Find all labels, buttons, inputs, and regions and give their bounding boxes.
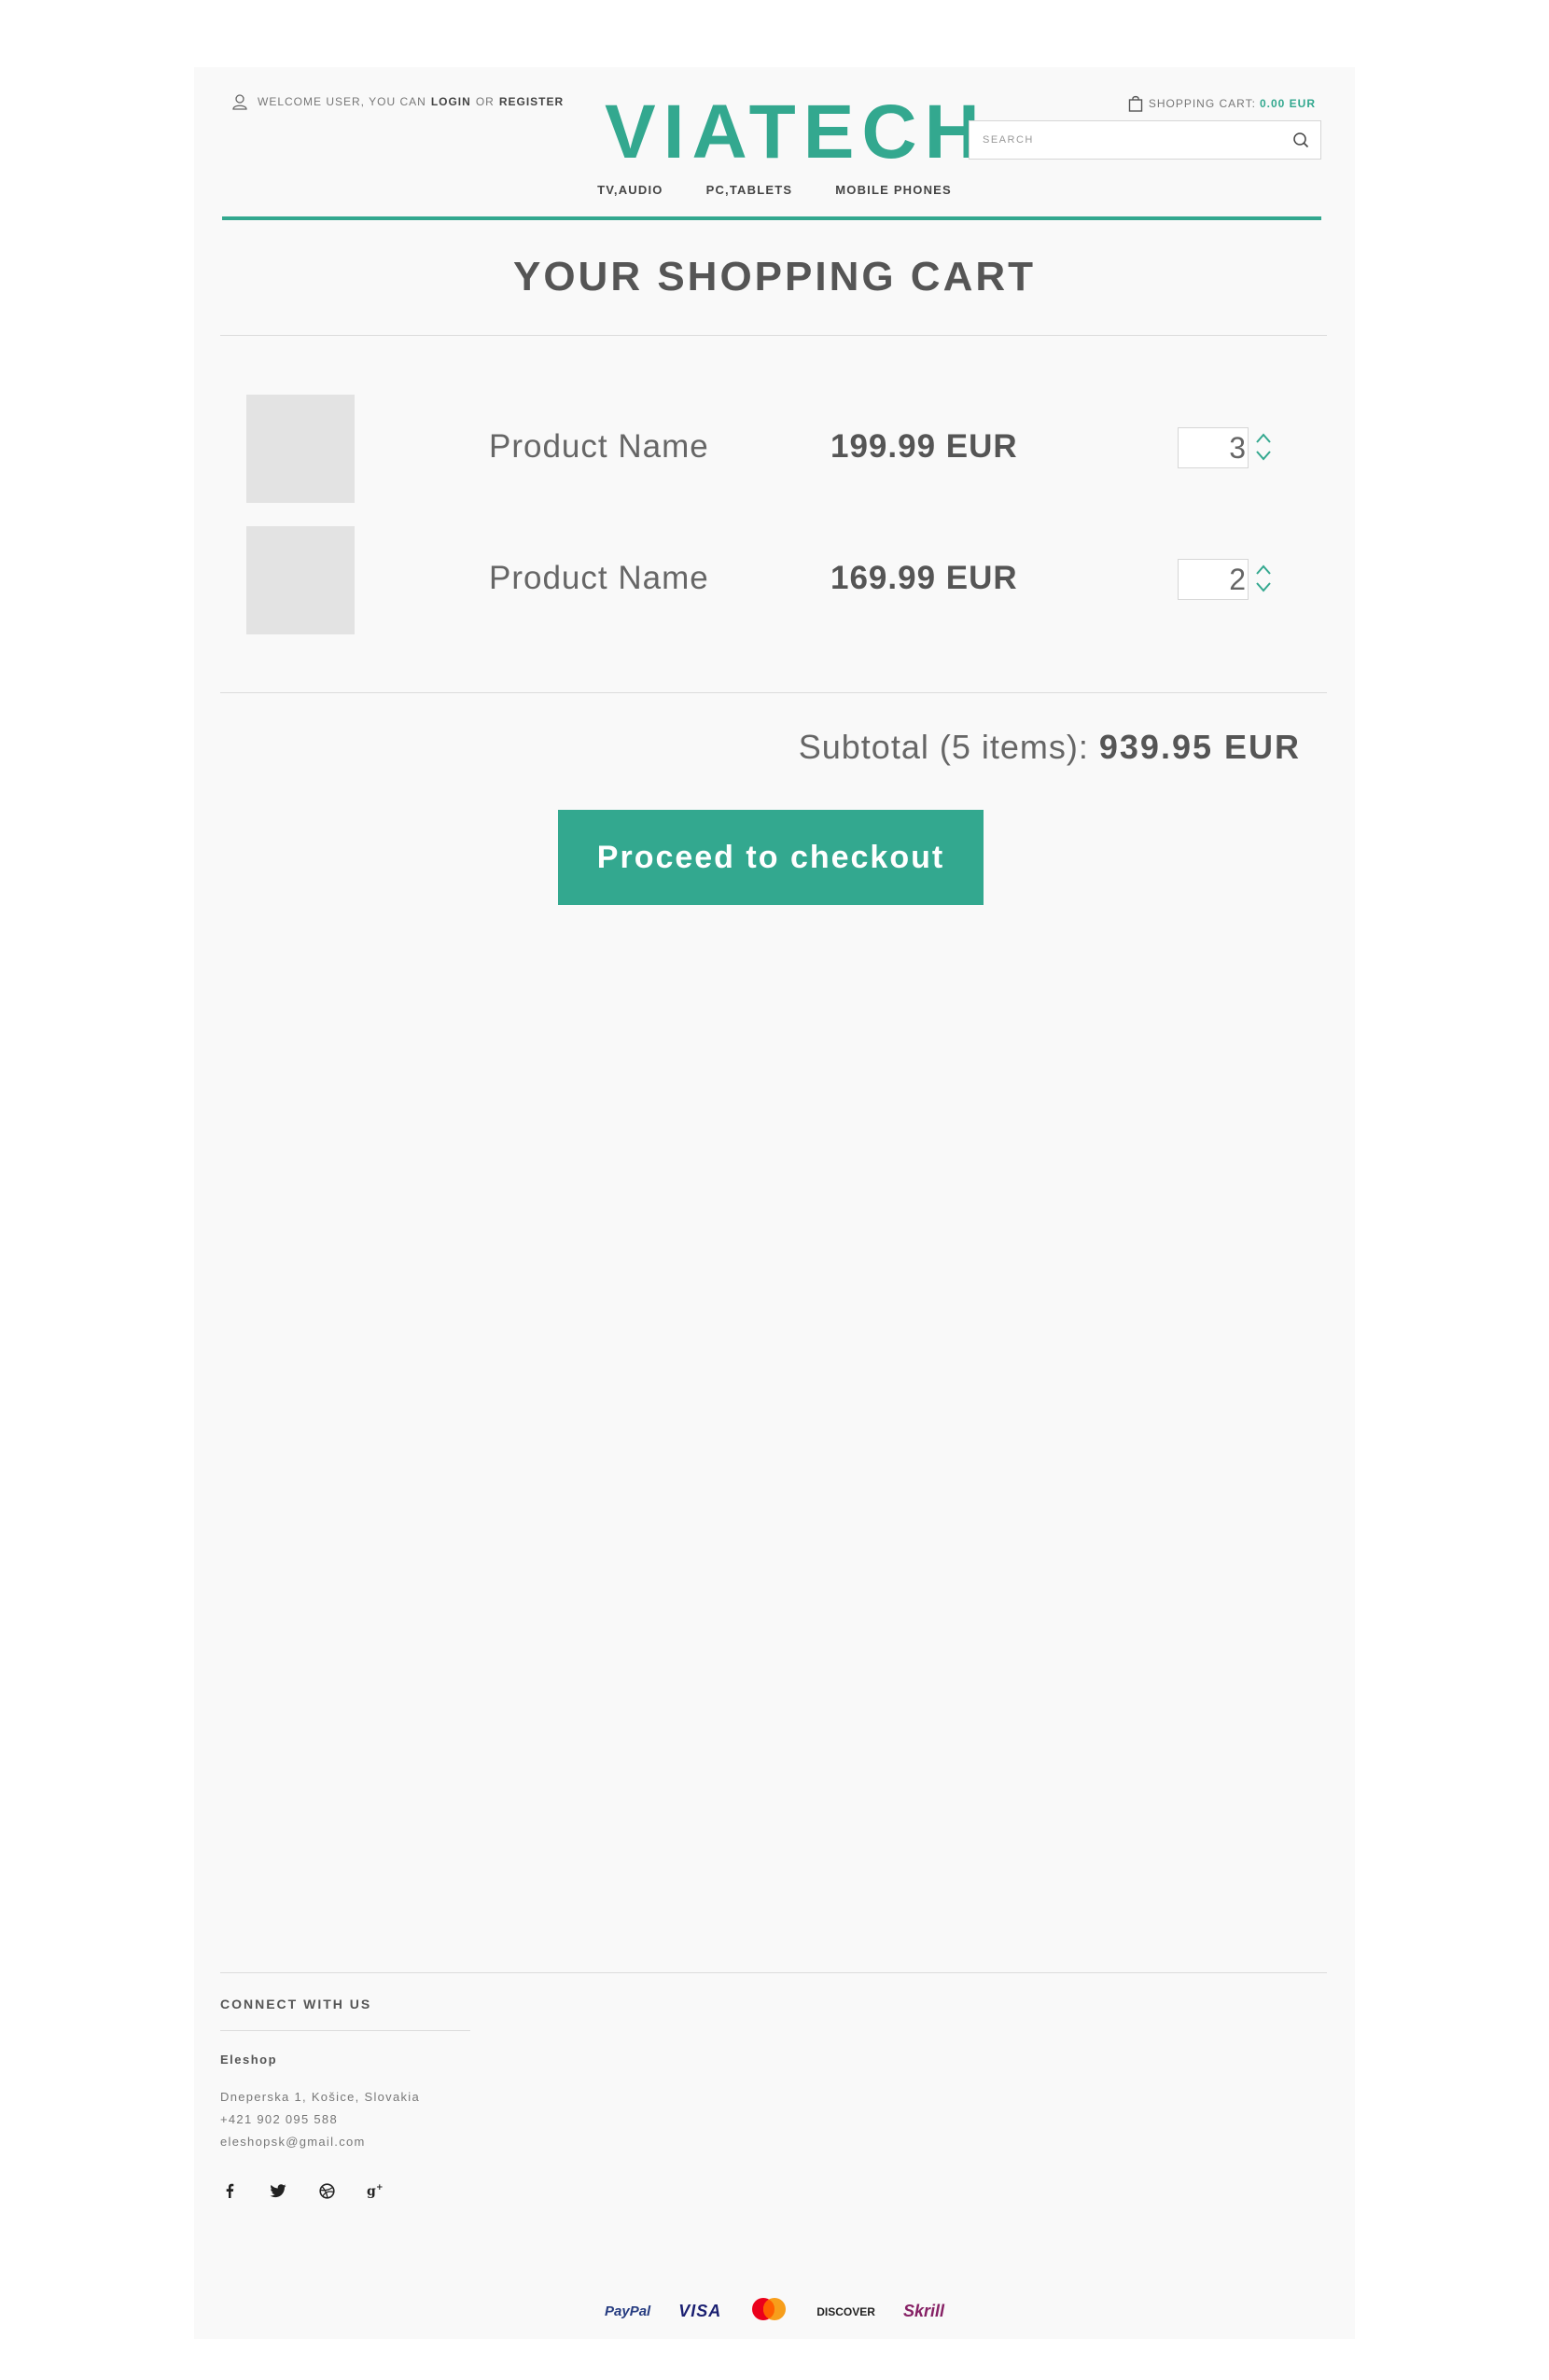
user-icon [232,94,247,110]
cart-item: Product Name 169.99 EUR 2 [220,526,1327,634]
site-logo[interactable]: VIATECH [605,93,980,172]
search-icon[interactable] [1292,132,1309,148]
search-box [969,120,1321,160]
product-name[interactable]: Product Name [489,428,709,466]
page-container: WELCOME USER, YOU CAN LOGIN OR REGISTER … [194,67,1355,2339]
subtotal-value: 939.95 EUR [1098,728,1301,766]
or-text: OR [475,95,495,108]
page-title: YOUR SHOPPING CART [512,254,1037,299]
cart-label: SHOPPING CART: [1148,97,1256,110]
product-price: 169.99 EUR [830,560,1018,596]
svg-text:g: g [367,2184,376,2198]
product-price: 199.99 EUR [830,428,1018,465]
twitter-icon[interactable] [269,2181,287,2200]
footer-heading: CONNECT WITH US [220,1997,372,2011]
header-cart[interactable]: SHOPPING CART: 0.00 EUR [1128,95,1316,112]
subtotal-label: Subtotal (5 items): [798,728,1089,766]
mastercard-logo [749,2297,788,2326]
cart-item: Product Name 199.99 EUR 3 [220,395,1327,503]
footer-divider [220,1972,1327,1973]
product-image[interactable] [246,395,355,503]
login-link[interactable]: LOGIN [431,95,471,108]
nav-underline [222,216,1321,220]
quantity-input[interactable]: 2 [1178,559,1249,600]
divider [220,692,1327,693]
discover-logo: DISCOVER [816,2304,875,2318]
paypal-label: PayPal [605,2303,651,2319]
divider [220,335,1327,336]
proceed-to-checkout-button[interactable]: Proceed to checkout [558,810,984,905]
nav-item-pc-tablets[interactable]: PC,TABLETS [706,183,793,197]
company-name: Eleshop [220,2053,278,2067]
quantity-input[interactable]: 3 [1178,427,1249,468]
paypal-logo: PayPal [605,2303,650,2319]
main-nav: TV,AUDIO PC,TABLETS MOBILE PHONES [194,183,1355,197]
svg-text:+: + [376,2183,384,2192]
payment-methods: PayPal VISA DISCOVER Skrill [194,2297,1355,2326]
subtotal: Subtotal (5 items): 939.95 EUR [799,728,1301,767]
google-plus-icon[interactable]: g + [366,2181,384,2200]
product-image[interactable] [246,526,355,634]
facebook-icon[interactable] [220,2181,239,2200]
phone[interactable]: +421 902 095 588 [220,2109,420,2131]
footer-heading-underline [220,2030,470,2031]
skrill-logo: Skrill [902,2302,944,2320]
cart-amount: 0.00 EUR [1259,97,1316,110]
visa-logo: VISA [678,2302,722,2320]
email[interactable]: eleshopsk@gmail.com [220,2131,420,2153]
shopping-bag-icon [1128,95,1143,112]
register-link[interactable]: REGISTER [499,95,564,108]
search-input[interactable] [983,134,1263,146]
quantity-stepper-icon[interactable] [1254,430,1273,464]
dribbble-icon[interactable] [317,2181,336,2200]
welcome-text: WELCOME USER, YOU CAN [258,95,426,108]
quantity-stepper-icon[interactable] [1254,562,1273,595]
nav-item-tv-audio[interactable]: TV,AUDIO [597,183,663,197]
social-links: g + [220,2181,384,2200]
address: Dneperska 1, Košice, Slovakia [220,2090,421,2104]
product-name[interactable]: Product Name [489,560,709,597]
contact-info: Dneperska 1, Košice, Slovakia +421 902 0… [220,2086,420,2153]
welcome-bar: WELCOME USER, YOU CAN LOGIN OR REGISTER [231,93,564,110]
nav-item-mobile-phones[interactable]: MOBILE PHONES [835,183,952,197]
